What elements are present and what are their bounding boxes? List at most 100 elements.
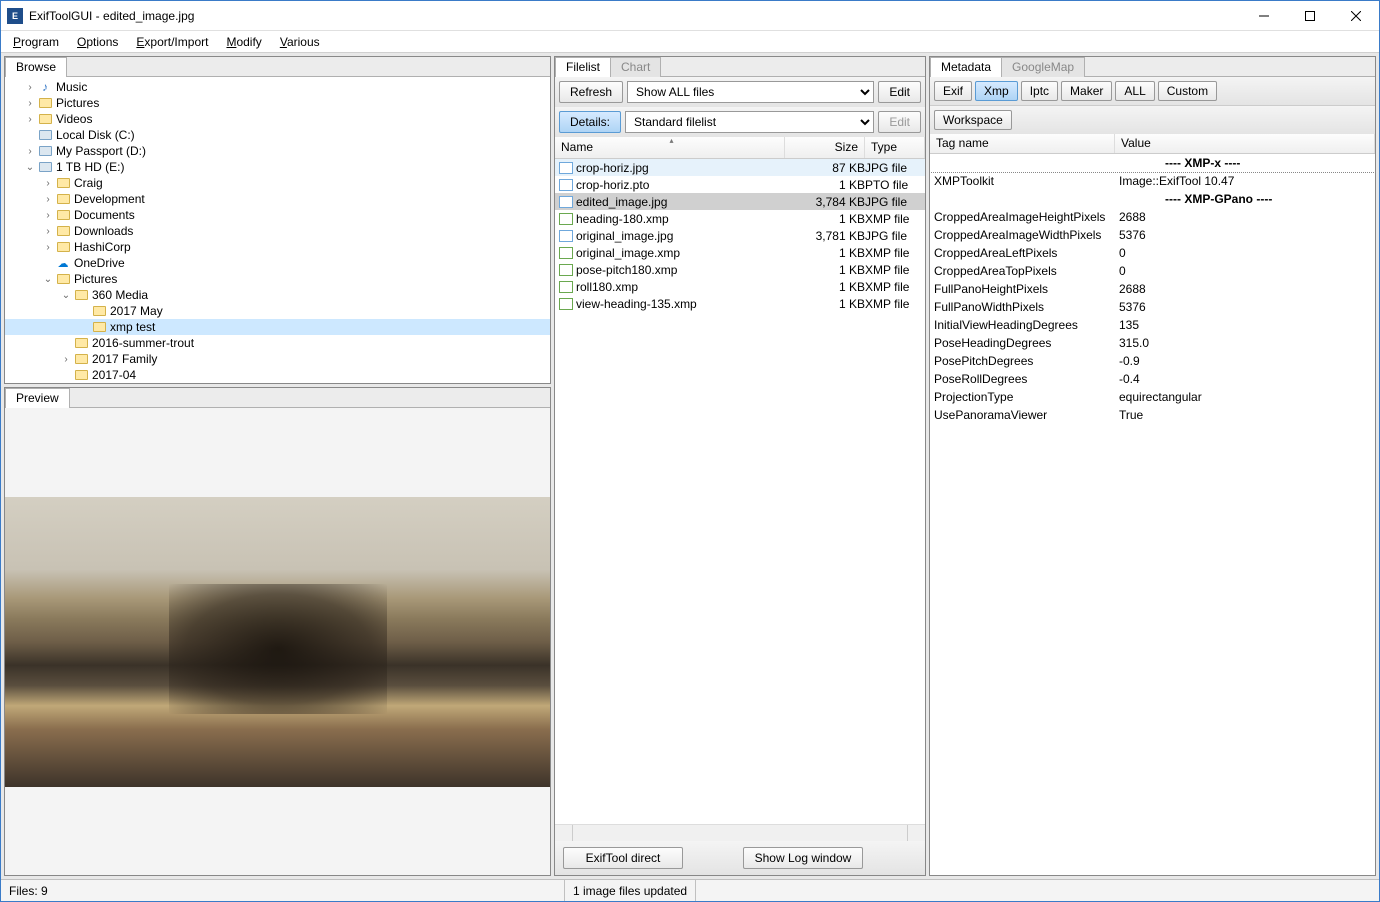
tree-item[interactable]: ›My Passport (D:) [5, 143, 550, 159]
meta-xmp-button[interactable]: Xmp [975, 81, 1018, 101]
tab-preview[interactable]: Preview [5, 388, 70, 408]
tree-item[interactable]: 2016-summer-trout [5, 335, 550, 351]
expand-arrow-icon[interactable]: › [41, 226, 55, 237]
filelist-header: Name▴ Size Type [555, 137, 925, 159]
exiftool-direct-button[interactable]: ExifTool direct [563, 847, 683, 869]
file-size: 1 KB [785, 178, 865, 192]
tab-filelist[interactable]: Filelist [555, 57, 611, 77]
maximize-button[interactable] [1287, 1, 1333, 31]
metadata-row[interactable]: CroppedAreaTopPixels0 [930, 262, 1375, 280]
expand-arrow-icon[interactable]: ⌄ [59, 290, 73, 301]
tab-metadata[interactable]: Metadata [930, 57, 1002, 77]
col-size[interactable]: Size [785, 137, 865, 158]
file-row[interactable]: original_image.xmp1 KBXMP file [555, 244, 925, 261]
tree-item[interactable]: xmp test [5, 319, 550, 335]
tree-item[interactable]: ⌄360 Media [5, 287, 550, 303]
edit-filter-button[interactable]: Edit [878, 81, 921, 103]
menu-options[interactable]: Options [69, 33, 126, 51]
tree-item[interactable]: ⌄1 TB HD (E:) [5, 159, 550, 175]
expand-arrow-icon[interactable]: › [23, 114, 37, 125]
col-name[interactable]: Name▴ [555, 137, 785, 158]
expand-arrow-icon[interactable]: › [41, 242, 55, 253]
expand-arrow-icon[interactable]: ⌄ [41, 274, 55, 285]
metadata-row[interactable]: CroppedAreaImageHeightPixels2688 [930, 208, 1375, 226]
refresh-button[interactable]: Refresh [559, 81, 623, 103]
metadata-row[interactable]: CroppedAreaLeftPixels0 [930, 244, 1375, 262]
expand-arrow-icon[interactable]: › [59, 354, 73, 365]
folder-tree[interactable]: ›♪Music›Pictures›VideosLocal Disk (C:)›M… [5, 77, 550, 383]
file-row[interactable]: crop-horiz.pto1 KBPTO file [555, 176, 925, 193]
metadata-rows[interactable]: ---- XMP-x ----XMPToolkitImage::ExifTool… [930, 154, 1375, 875]
file-name: edited_image.jpg [576, 195, 667, 209]
metadata-row[interactable]: XMPToolkitImage::ExifTool 10.47 [930, 172, 1375, 190]
expand-arrow-icon[interactable]: › [41, 210, 55, 221]
meta-iptc-button[interactable]: Iptc [1021, 81, 1058, 101]
file-row[interactable]: view-heading-135.xmp1 KBXMP file [555, 295, 925, 312]
tab-chart[interactable]: Chart [610, 57, 661, 77]
tab-browse[interactable]: Browse [5, 57, 67, 77]
file-row[interactable]: original_image.jpg3,781 KBJPG file [555, 227, 925, 244]
metadata-row[interactable]: PoseRollDegrees-0.4 [930, 370, 1375, 388]
file-type: JPG file [865, 195, 925, 209]
tree-item[interactable]: 2017-04 [5, 367, 550, 383]
menu-modify[interactable]: Modify [218, 33, 269, 51]
tree-item[interactable]: Local Disk (C:) [5, 127, 550, 143]
tab-googlemap[interactable]: GoogleMap [1001, 57, 1085, 77]
menu-export[interactable]: Export/Import [128, 33, 216, 51]
metadata-row[interactable]: InitialViewHeadingDegrees135 [930, 316, 1375, 334]
file-row[interactable]: crop-horiz.jpg87 KBJPG file [555, 159, 925, 176]
view-combo[interactable]: Standard filelist [625, 111, 874, 133]
col-type[interactable]: Type [865, 137, 925, 158]
tree-item[interactable]: ›Craig [5, 175, 550, 191]
expand-arrow-icon[interactable]: › [41, 178, 55, 189]
tree-item[interactable]: ☁OneDrive [5, 255, 550, 271]
tree-item[interactable]: ›Development [5, 191, 550, 207]
horizontal-scrollbar[interactable] [555, 824, 925, 841]
meta-custom-button[interactable]: Custom [1158, 81, 1217, 101]
expand-arrow-icon[interactable]: › [23, 146, 37, 157]
tree-item[interactable]: ›Downloads [5, 223, 550, 239]
expand-arrow-icon[interactable]: › [23, 82, 37, 93]
tree-item[interactable]: ›2017 Family [5, 351, 550, 367]
expand-arrow-icon[interactable]: › [23, 98, 37, 109]
tree-item[interactable]: ›Pictures [5, 95, 550, 111]
folder-icon [73, 352, 89, 366]
file-row[interactable]: heading-180.xmp1 KBXMP file [555, 210, 925, 227]
col-value[interactable]: Value [1115, 134, 1375, 153]
show-log-button[interactable]: Show Log window [743, 847, 863, 869]
col-tagname[interactable]: Tag name [930, 134, 1115, 153]
tree-item[interactable]: ›♪Music [5, 79, 550, 95]
filter-combo[interactable]: Show ALL files [627, 81, 874, 103]
tree-item[interactable]: ›HashiCorp [5, 239, 550, 255]
menu-program[interactable]: Program [5, 33, 67, 51]
details-button[interactable]: Details: [559, 111, 621, 133]
metadata-row[interactable]: ---- XMP-GPano ---- [930, 190, 1375, 208]
tree-item[interactable]: 2017 May [5, 303, 550, 319]
meta-maker-button[interactable]: Maker [1061, 81, 1112, 101]
workspace-button[interactable]: Workspace [934, 110, 1012, 130]
metadata-row[interactable]: ProjectionTypeequirectangular [930, 388, 1375, 406]
metadata-row[interactable]: UsePanoramaViewerTrue [930, 406, 1375, 424]
file-row[interactable]: pose-pitch180.xmp1 KBXMP file [555, 261, 925, 278]
minimize-button[interactable] [1241, 1, 1287, 31]
folder-icon [55, 208, 71, 222]
file-row[interactable]: roll180.xmp1 KBXMP file [555, 278, 925, 295]
expand-arrow-icon[interactable]: ⌄ [23, 162, 37, 173]
app-icon: E [7, 8, 23, 24]
menu-various[interactable]: Various [272, 33, 328, 51]
metadata-row[interactable]: PosePitchDegrees-0.9 [930, 352, 1375, 370]
file-rows[interactable]: crop-horiz.jpg87 KBJPG filecrop-horiz.pt… [555, 159, 925, 824]
meta-exif-button[interactable]: Exif [934, 81, 972, 101]
metadata-row[interactable]: FullPanoWidthPixels5376 [930, 298, 1375, 316]
metadata-row[interactable]: CroppedAreaImageWidthPixels5376 [930, 226, 1375, 244]
metadata-row[interactable]: PoseHeadingDegrees315.0 [930, 334, 1375, 352]
meta-all-button[interactable]: ALL [1115, 81, 1154, 101]
file-row[interactable]: edited_image.jpg3,784 KBJPG file [555, 193, 925, 210]
metadata-row[interactable]: ---- XMP-x ---- [930, 154, 1375, 172]
tree-item[interactable]: ⌄Pictures [5, 271, 550, 287]
tree-item[interactable]: ›Videos [5, 111, 550, 127]
close-button[interactable] [1333, 1, 1379, 31]
metadata-row[interactable]: FullPanoHeightPixels2688 [930, 280, 1375, 298]
expand-arrow-icon[interactable]: › [41, 194, 55, 205]
tree-item[interactable]: ›Documents [5, 207, 550, 223]
